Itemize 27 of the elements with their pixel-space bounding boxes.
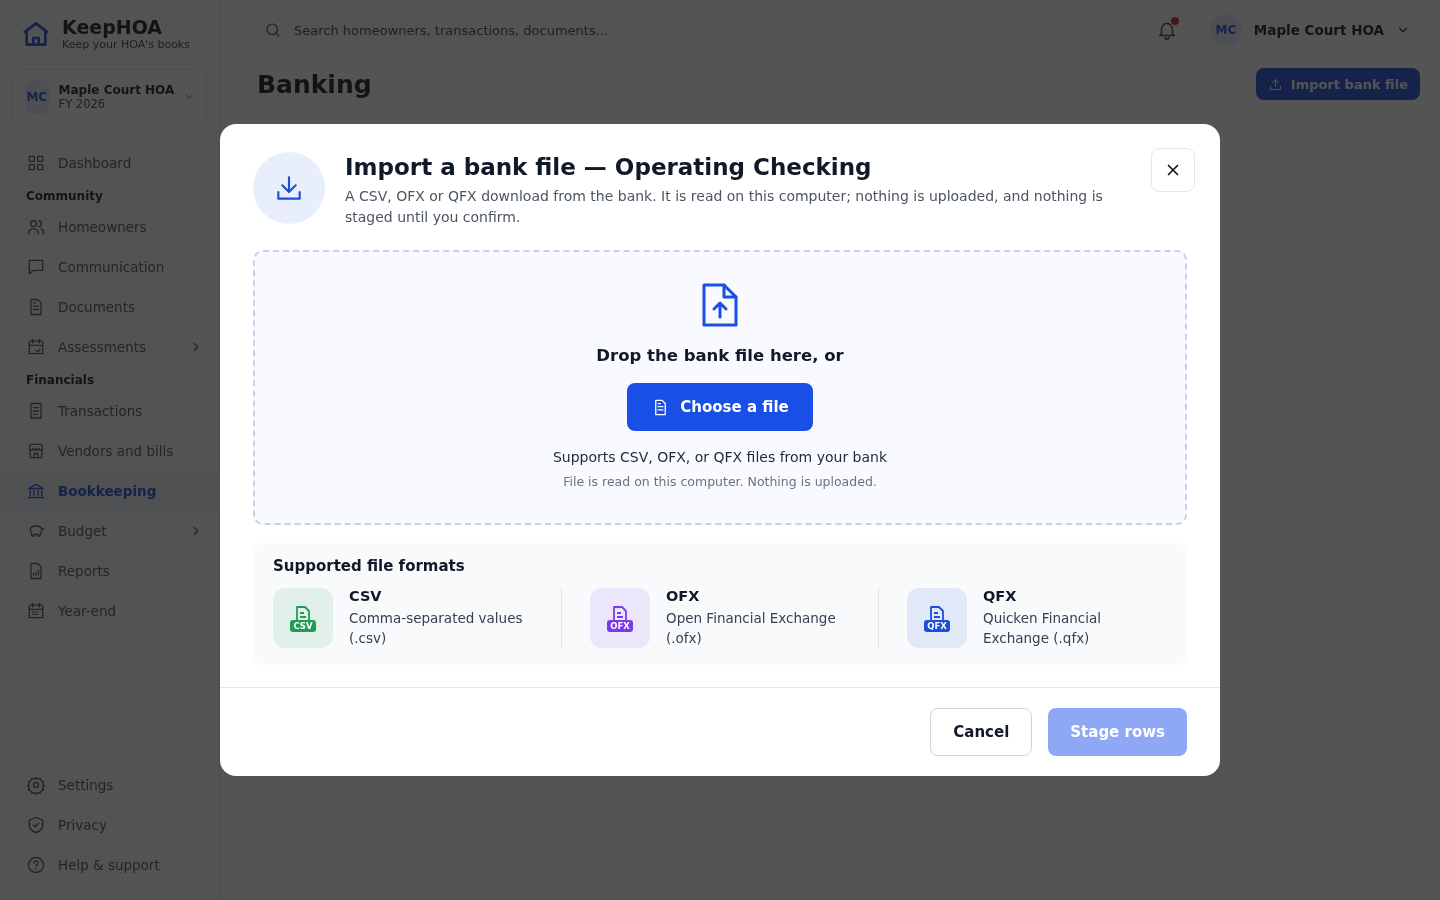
- organization-name: Maple Court HOA: [58, 83, 175, 97]
- dialog-title: Import a bank file — Operating Checking: [345, 154, 873, 180]
- privacy-note: File is read on this computer. Nothing is uploaded.: [563, 474, 877, 489]
- format-name: CSV: [349, 588, 383, 604]
- account-name: Maple Court HOA: [1253, 22, 1384, 38]
- dialog-description: A CSV, OFX or QFX download from the bank. It is read on this computer; nothing is uploaded, and nothing is staged until you confirm.: [345, 187, 1104, 227]
- drop-zone[interactable]: Drop the bank file here, or Choose a file Supports CSV, OFX, or QFX files from your bank File is read on this computer. Nothing is uploaded.: [253, 250, 1187, 525]
- format-name: OFX: [666, 588, 701, 604]
- format-description: Quicken Financial Exchange (.qfx): [983, 609, 1102, 648]
- format-badge: CSV: [290, 619, 316, 632]
- format-name: QFX: [983, 588, 1018, 604]
- section-heading: Community: [25, 188, 104, 205]
- format-description: Open Financial Exchange (.ofx): [666, 609, 837, 648]
- page-title: Banking: [257, 69, 373, 99]
- cancel-button[interactable]: Cancel: [930, 708, 1033, 756]
- format-badge: OFX: [607, 619, 633, 632]
- formats-title: Supported file formats: [273, 557, 466, 575]
- section-heading: Financials: [25, 372, 96, 389]
- format-badge: QFX: [924, 619, 950, 632]
- supported-formats-text: Supports CSV, OFX, or QFX files from your bank: [552, 449, 888, 465]
- close-button[interactable]: [1151, 148, 1195, 192]
- choose-file-button[interactable]: Choose a file: [627, 383, 813, 431]
- fiscal-year: FY 2026: [58, 97, 107, 111]
- app-name: KeepHOA: [62, 16, 163, 38]
- format-description: Comma-separated values (.csv): [349, 609, 524, 648]
- file-upload-icon: [700, 282, 740, 328]
- drop-prompt: Drop the bank file here, or: [596, 346, 844, 365]
